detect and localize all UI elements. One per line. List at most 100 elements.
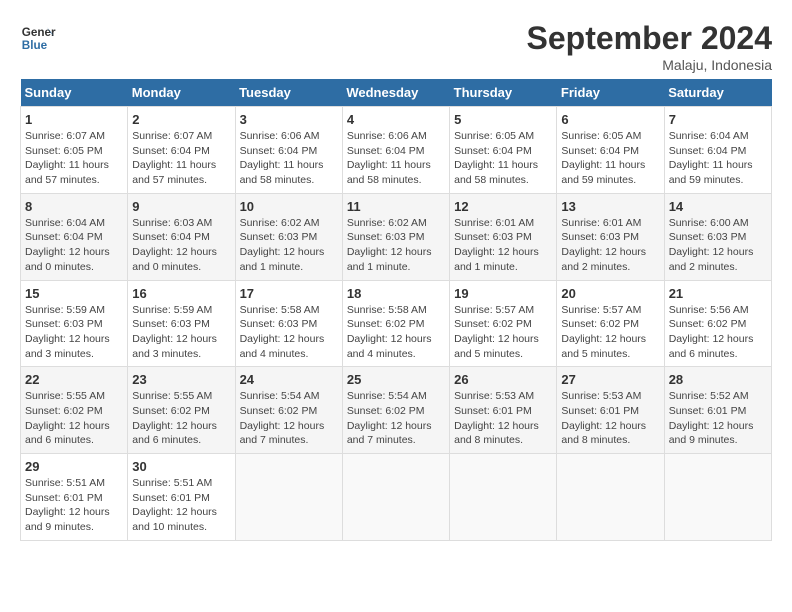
- day-number: 13: [561, 199, 659, 214]
- calendar-header-row: Sunday Monday Tuesday Wednesday Thursday…: [21, 79, 772, 107]
- table-row: 1 Sunrise: 6:07 AMSunset: 6:05 PMDayligh…: [21, 107, 128, 194]
- table-row: 15 Sunrise: 5:59 AMSunset: 6:03 PMDaylig…: [21, 280, 128, 367]
- table-row: 19 Sunrise: 5:57 AMSunset: 6:02 PMDaylig…: [450, 280, 557, 367]
- day-number: 22: [25, 372, 123, 387]
- logo: General Blue: [20, 20, 56, 56]
- day-number: 10: [240, 199, 338, 214]
- table-row: 25 Sunrise: 5:54 AMSunset: 6:02 PMDaylig…: [342, 367, 449, 454]
- day-number: 28: [669, 372, 767, 387]
- col-friday: Friday: [557, 79, 664, 107]
- table-row: 3 Sunrise: 6:06 AMSunset: 6:04 PMDayligh…: [235, 107, 342, 194]
- day-info: Sunrise: 5:54 AMSunset: 6:02 PMDaylight:…: [240, 390, 325, 446]
- calendar-table: Sunday Monday Tuesday Wednesday Thursday…: [20, 79, 772, 541]
- empty-cell: [342, 454, 449, 541]
- day-number: 26: [454, 372, 552, 387]
- day-info: Sunrise: 6:04 AMSunset: 6:04 PMDaylight:…: [669, 130, 753, 186]
- day-info: Sunrise: 5:56 AMSunset: 6:02 PMDaylight:…: [669, 304, 754, 360]
- day-info: Sunrise: 5:53 AMSunset: 6:01 PMDaylight:…: [454, 390, 539, 446]
- day-number: 11: [347, 199, 445, 214]
- table-row: 6 Sunrise: 6:05 AMSunset: 6:04 PMDayligh…: [557, 107, 664, 194]
- table-row: 29 Sunrise: 5:51 AMSunset: 6:01 PMDaylig…: [21, 454, 128, 541]
- table-row: 30 Sunrise: 5:51 AMSunset: 6:01 PMDaylig…: [128, 454, 235, 541]
- month-title: September 2024: [527, 20, 772, 57]
- day-info: Sunrise: 5:59 AMSunset: 6:03 PMDaylight:…: [132, 304, 217, 360]
- calendar-row: 8 Sunrise: 6:04 AMSunset: 6:04 PMDayligh…: [21, 193, 772, 280]
- table-row: 18 Sunrise: 5:58 AMSunset: 6:02 PMDaylig…: [342, 280, 449, 367]
- empty-cell: [450, 454, 557, 541]
- day-info: Sunrise: 5:57 AMSunset: 6:02 PMDaylight:…: [561, 304, 646, 360]
- table-row: 2 Sunrise: 6:07 AMSunset: 6:04 PMDayligh…: [128, 107, 235, 194]
- table-row: 23 Sunrise: 5:55 AMSunset: 6:02 PMDaylig…: [128, 367, 235, 454]
- day-number: 21: [669, 286, 767, 301]
- day-info: Sunrise: 6:00 AMSunset: 6:03 PMDaylight:…: [669, 217, 754, 273]
- table-row: 7 Sunrise: 6:04 AMSunset: 6:04 PMDayligh…: [664, 107, 771, 194]
- svg-text:Blue: Blue: [22, 39, 48, 52]
- day-info: Sunrise: 5:51 AMSunset: 6:01 PMDaylight:…: [132, 477, 217, 533]
- day-number: 1: [25, 112, 123, 127]
- day-number: 4: [347, 112, 445, 127]
- location: Malaju, Indonesia: [527, 57, 772, 73]
- day-info: Sunrise: 5:54 AMSunset: 6:02 PMDaylight:…: [347, 390, 432, 446]
- day-info: Sunrise: 6:05 AMSunset: 6:04 PMDaylight:…: [561, 130, 645, 186]
- day-number: 24: [240, 372, 338, 387]
- day-info: Sunrise: 6:04 AMSunset: 6:04 PMDaylight:…: [25, 217, 110, 273]
- table-row: 12 Sunrise: 6:01 AMSunset: 6:03 PMDaylig…: [450, 193, 557, 280]
- day-number: 2: [132, 112, 230, 127]
- table-row: 22 Sunrise: 5:55 AMSunset: 6:02 PMDaylig…: [21, 367, 128, 454]
- logo-icon: General Blue: [20, 20, 56, 56]
- table-row: 8 Sunrise: 6:04 AMSunset: 6:04 PMDayligh…: [21, 193, 128, 280]
- col-wednesday: Wednesday: [342, 79, 449, 107]
- day-info: Sunrise: 5:57 AMSunset: 6:02 PMDaylight:…: [454, 304, 539, 360]
- day-number: 30: [132, 459, 230, 474]
- calendar-row: 29 Sunrise: 5:51 AMSunset: 6:01 PMDaylig…: [21, 454, 772, 541]
- day-number: 20: [561, 286, 659, 301]
- day-number: 15: [25, 286, 123, 301]
- day-info: Sunrise: 5:55 AMSunset: 6:02 PMDaylight:…: [25, 390, 110, 446]
- day-info: Sunrise: 6:02 AMSunset: 6:03 PMDaylight:…: [240, 217, 325, 273]
- table-row: 17 Sunrise: 5:58 AMSunset: 6:03 PMDaylig…: [235, 280, 342, 367]
- day-info: Sunrise: 5:51 AMSunset: 6:01 PMDaylight:…: [25, 477, 110, 533]
- empty-cell: [664, 454, 771, 541]
- day-info: Sunrise: 6:02 AMSunset: 6:03 PMDaylight:…: [347, 217, 432, 273]
- table-row: 16 Sunrise: 5:59 AMSunset: 6:03 PMDaylig…: [128, 280, 235, 367]
- col-sunday: Sunday: [21, 79, 128, 107]
- table-row: 5 Sunrise: 6:05 AMSunset: 6:04 PMDayligh…: [450, 107, 557, 194]
- table-row: 27 Sunrise: 5:53 AMSunset: 6:01 PMDaylig…: [557, 367, 664, 454]
- day-number: 8: [25, 199, 123, 214]
- day-number: 29: [25, 459, 123, 474]
- day-info: Sunrise: 6:03 AMSunset: 6:04 PMDaylight:…: [132, 217, 217, 273]
- day-number: 17: [240, 286, 338, 301]
- day-info: Sunrise: 6:07 AMSunset: 6:04 PMDaylight:…: [132, 130, 216, 186]
- day-number: 3: [240, 112, 338, 127]
- day-number: 12: [454, 199, 552, 214]
- day-info: Sunrise: 5:52 AMSunset: 6:01 PMDaylight:…: [669, 390, 754, 446]
- day-number: 5: [454, 112, 552, 127]
- day-number: 19: [454, 286, 552, 301]
- day-info: Sunrise: 5:55 AMSunset: 6:02 PMDaylight:…: [132, 390, 217, 446]
- table-row: 28 Sunrise: 5:52 AMSunset: 6:01 PMDaylig…: [664, 367, 771, 454]
- day-number: 23: [132, 372, 230, 387]
- table-row: 9 Sunrise: 6:03 AMSunset: 6:04 PMDayligh…: [128, 193, 235, 280]
- day-number: 14: [669, 199, 767, 214]
- table-row: 21 Sunrise: 5:56 AMSunset: 6:02 PMDaylig…: [664, 280, 771, 367]
- col-thursday: Thursday: [450, 79, 557, 107]
- table-row: 4 Sunrise: 6:06 AMSunset: 6:04 PMDayligh…: [342, 107, 449, 194]
- day-number: 25: [347, 372, 445, 387]
- day-info: Sunrise: 5:58 AMSunset: 6:03 PMDaylight:…: [240, 304, 325, 360]
- table-row: 10 Sunrise: 6:02 AMSunset: 6:03 PMDaylig…: [235, 193, 342, 280]
- col-monday: Monday: [128, 79, 235, 107]
- table-row: 20 Sunrise: 5:57 AMSunset: 6:02 PMDaylig…: [557, 280, 664, 367]
- day-number: 16: [132, 286, 230, 301]
- day-info: Sunrise: 6:05 AMSunset: 6:04 PMDaylight:…: [454, 130, 538, 186]
- table-row: 13 Sunrise: 6:01 AMSunset: 6:03 PMDaylig…: [557, 193, 664, 280]
- day-info: Sunrise: 6:01 AMSunset: 6:03 PMDaylight:…: [454, 217, 539, 273]
- empty-cell: [557, 454, 664, 541]
- empty-cell: [235, 454, 342, 541]
- calendar-row: 1 Sunrise: 6:07 AMSunset: 6:05 PMDayligh…: [21, 107, 772, 194]
- day-number: 9: [132, 199, 230, 214]
- calendar-row: 15 Sunrise: 5:59 AMSunset: 6:03 PMDaylig…: [21, 280, 772, 367]
- day-info: Sunrise: 5:53 AMSunset: 6:01 PMDaylight:…: [561, 390, 646, 446]
- day-info: Sunrise: 6:06 AMSunset: 6:04 PMDaylight:…: [240, 130, 324, 186]
- day-number: 7: [669, 112, 767, 127]
- day-info: Sunrise: 6:06 AMSunset: 6:04 PMDaylight:…: [347, 130, 431, 186]
